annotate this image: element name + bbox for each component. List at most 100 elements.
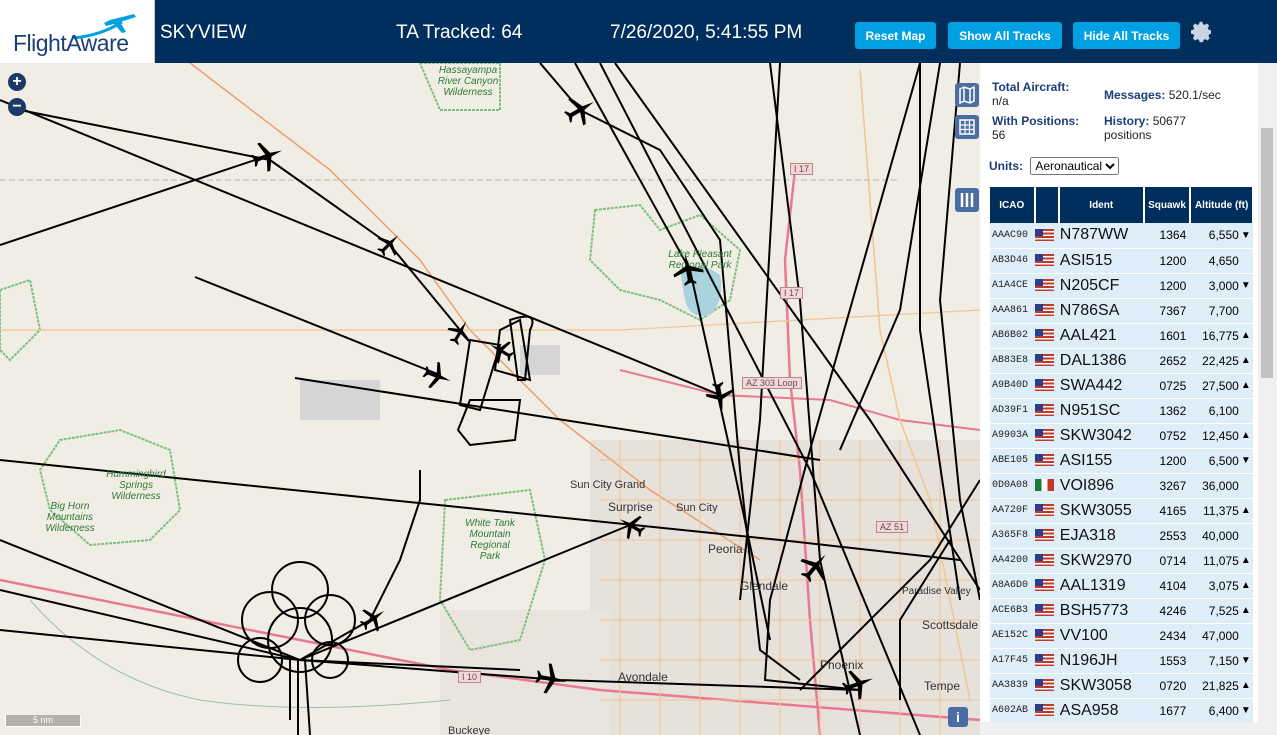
table-row[interactable]: ACE6B3 BSH5773 4246 7,525 ▲ xyxy=(990,598,1253,624)
us-flag-icon xyxy=(1034,654,1054,667)
altitude-trend: ▲ xyxy=(1240,323,1253,349)
icao-cell: A8A6D0 xyxy=(990,573,1035,599)
column-header-squawk[interactable]: Squawk xyxy=(1143,187,1192,223)
aircraft-marker[interactable] xyxy=(371,227,407,263)
shield-i17-south: I 17 xyxy=(780,287,804,299)
info-icon[interactable]: i xyxy=(948,707,968,727)
aircraft-marker[interactable] xyxy=(355,601,391,637)
altitude-cell: 11,075 xyxy=(1190,548,1241,574)
aircraft-panel: Total Aircraft: n/a Messages: 520.1/sec … xyxy=(980,63,1277,735)
us-flag-icon xyxy=(1034,554,1054,567)
altitude-cell: 7,150 xyxy=(1190,648,1241,674)
table-row[interactable]: A17F45 N196JH 1553 7,150 ▼ xyxy=(990,648,1253,674)
map-layers-icon[interactable] xyxy=(955,83,979,107)
icao-cell: AA4200 xyxy=(990,548,1035,574)
table-row[interactable]: A8A6D0 AAL1319 4104 3,075 ▲ xyxy=(990,573,1253,599)
table-row[interactable]: AE152C VV100 2434 47,000 xyxy=(990,623,1253,649)
app-title: SKYVIEW xyxy=(160,22,247,43)
aircraft-marker[interactable] xyxy=(702,378,738,414)
altitude-cell: 7,700 xyxy=(1190,298,1241,324)
zoom-in-button[interactable]: + xyxy=(8,73,26,91)
table-row[interactable]: A602AB ASA958 1677 6,400 ▼ xyxy=(990,698,1253,724)
table-row[interactable]: AA3839 SKW3058 0720 21,825 ▲ xyxy=(990,673,1253,699)
show-all-tracks-button[interactable]: Show All Tracks xyxy=(948,22,1062,49)
scrollbar-thumb[interactable] xyxy=(1261,128,1273,378)
flag-cell xyxy=(1034,298,1059,324)
flag-cell xyxy=(1034,673,1059,699)
columns-toggle-icon[interactable] xyxy=(955,188,979,212)
flightaware-logo[interactable]: FlightAware xyxy=(0,0,155,63)
table-row[interactable]: AD39F1 N951SC 1362 6,100 xyxy=(990,398,1253,424)
us-flag-icon xyxy=(1034,229,1054,242)
icao-cell: 0D0A08 xyxy=(990,473,1035,499)
ident-cell: N196JH xyxy=(1058,648,1144,674)
ident-cell: AAL421 xyxy=(1058,323,1144,349)
table-row[interactable]: 0D0A08 VOI896 3267 36,000 xyxy=(990,473,1253,499)
label-bighorn: Big Horn Mountains Wilderness xyxy=(45,501,95,534)
ident-cell: SKW3055 xyxy=(1058,498,1144,524)
hide-all-tracks-button[interactable]: Hide All Tracks xyxy=(1073,22,1180,49)
altitude-cell: 40,000 xyxy=(1190,523,1241,549)
altitude-trend xyxy=(1240,398,1253,424)
panel-scrollbar[interactable] xyxy=(1258,63,1277,735)
altitude-trend: ▼ xyxy=(1240,273,1253,299)
aircraft-marker[interactable] xyxy=(442,315,478,351)
altitude-trend: ▲ xyxy=(1240,673,1253,699)
aircraft-marker[interactable] xyxy=(614,508,650,544)
zoom-out-button[interactable]: − xyxy=(8,98,26,116)
horizontal-scrollbar[interactable] xyxy=(980,722,1258,735)
table-row[interactable]: AAAC90 N787WW 1364 6,550 ▼ xyxy=(990,223,1253,249)
ident-cell: N205CF xyxy=(1058,273,1144,299)
table-row[interactable]: AA720F SKW3055 4165 11,375 ▲ xyxy=(990,498,1253,524)
table-row[interactable]: A1A4CE N205CF 1200 3,000 ▼ xyxy=(990,273,1253,299)
messages-value: 520.1/sec xyxy=(1168,88,1221,102)
map-canvas[interactable]: Hassayampa River Canyon Wilderness Lake … xyxy=(0,63,980,735)
column-header-ident[interactable]: Ident xyxy=(1058,187,1145,223)
aircraft-marker[interactable] xyxy=(797,549,833,585)
icao-cell: ACE6B3 xyxy=(990,598,1035,624)
table-row[interactable]: A9B40D SWA442 0725 27,500 ▲ xyxy=(990,373,1253,399)
aircraft-marker[interactable] xyxy=(419,358,455,394)
ident-cell: SKW2970 xyxy=(1058,548,1144,574)
flag-cell xyxy=(1034,548,1059,574)
table-row[interactable]: AA4200 SKW2970 0714 11,075 ▲ xyxy=(990,548,1253,574)
squawk-cell: 1362 xyxy=(1143,398,1191,424)
altitude-cell: 47,000 xyxy=(1190,623,1241,649)
table-row[interactable]: A9903A SKW3042 0752 12,450 ▲ xyxy=(990,423,1253,449)
table-row[interactable]: AB6B02 AAL421 1601 16,775 ▲ xyxy=(990,323,1253,349)
mexico-flag-icon xyxy=(1034,479,1054,492)
column-header-icao[interactable]: ICAO xyxy=(990,187,1036,223)
aircraft-marker[interactable] xyxy=(249,138,285,174)
aircraft-marker[interactable] xyxy=(670,252,706,288)
gear-icon[interactable] xyxy=(1190,20,1214,44)
ident-cell: DAL1386 xyxy=(1058,348,1144,374)
icao-cell: A9903A xyxy=(990,423,1035,449)
altitude-cell: 6,500 xyxy=(1190,448,1241,474)
column-header-altitude[interactable]: Altitude (ft) xyxy=(1190,187,1254,223)
table-row[interactable]: AB3D46 ASI515 1200 4,650 xyxy=(990,248,1253,274)
altitude-trend: ▲ xyxy=(1240,548,1253,574)
aircraft-marker[interactable] xyxy=(840,666,876,702)
aircraft-marker[interactable] xyxy=(484,333,520,369)
aircraft-marker[interactable] xyxy=(533,661,569,697)
column-header-flag[interactable] xyxy=(1034,187,1060,223)
table-header-row: ICAO Ident Squawk Altitude (ft) xyxy=(990,187,1254,223)
table-row[interactable]: AB83E8 DAL1386 2652 22,425 ▲ xyxy=(990,348,1253,374)
grid-icon[interactable] xyxy=(955,115,979,139)
table-row[interactable]: ABE105 ASI155 1200 6,500 ▼ xyxy=(990,448,1253,474)
reset-map-button[interactable]: Reset Map xyxy=(855,22,936,49)
table-row[interactable]: AAA861 N786SA 7367 7,700 xyxy=(990,298,1253,324)
messages-label: Messages: xyxy=(1104,88,1166,102)
flag-cell xyxy=(1034,423,1059,449)
units-control: Units: Aeronautical xyxy=(989,157,1120,175)
shield-az51: AZ 51 xyxy=(876,521,909,533)
altitude-cell: 36,000 xyxy=(1190,473,1241,499)
squawk-cell: 1200 xyxy=(1143,273,1191,299)
squawk-cell: 1364 xyxy=(1143,223,1191,249)
altitude-cell: 21,825 xyxy=(1190,673,1241,699)
flag-cell xyxy=(1034,323,1059,349)
aircraft-marker[interactable] xyxy=(562,92,598,128)
squawk-cell: 4246 xyxy=(1143,598,1191,624)
units-select[interactable]: Aeronautical xyxy=(1030,157,1120,175)
table-row[interactable]: A365F8 EJA318 2553 40,000 xyxy=(990,523,1253,549)
